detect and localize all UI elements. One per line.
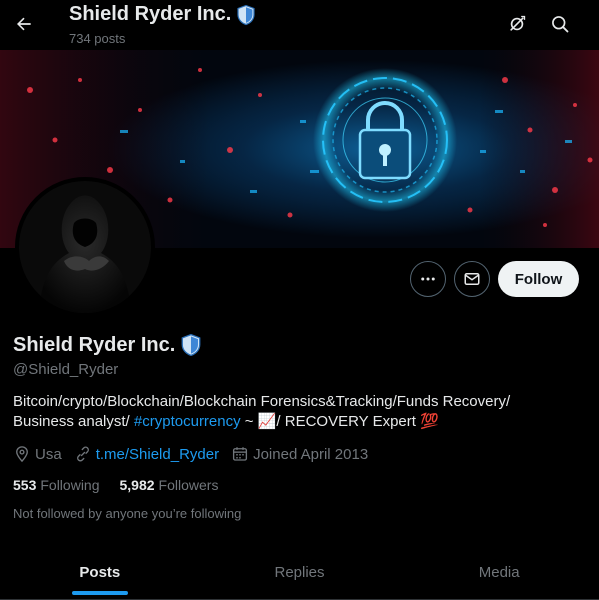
- location: Usa: [13, 445, 62, 463]
- join-date: Joined April 2013: [231, 445, 368, 463]
- top-bar: Shield Ryder Inc. 734 posts: [0, 0, 599, 50]
- profile-meta: Usa t.me/Shield_Ryder Joined April 2013: [13, 444, 380, 464]
- more-options-button[interactable]: [410, 261, 446, 297]
- tab-label: Posts: [79, 563, 121, 581]
- following-label: Following: [40, 477, 100, 493]
- tab-label: Replies: [274, 563, 325, 581]
- verified-shield-icon: [181, 333, 201, 357]
- tab-replies[interactable]: Replies: [200, 545, 400, 599]
- followers-you-know: Not followed by anyone you’re following: [13, 506, 242, 521]
- display-name-text: Shield Ryder Inc.: [13, 333, 176, 356]
- display-name: Shield Ryder Inc.: [13, 333, 203, 357]
- join-date-text: Joined April 2013: [253, 445, 369, 463]
- location-text: Usa: [35, 445, 62, 463]
- message-button[interactable]: [454, 261, 490, 297]
- verified-shield-icon: [237, 4, 255, 25]
- envelope-icon: [464, 273, 480, 285]
- hooded-figure-image: [19, 181, 151, 313]
- active-tab-indicator: [71, 591, 128, 595]
- bio: Bitcoin/crypto/Blockchain/Blockchain For…: [13, 392, 573, 432]
- post-count: 734 posts: [69, 31, 126, 46]
- profile-tabs: Posts Replies Media: [0, 545, 599, 600]
- bio-text: ~: [240, 413, 258, 430]
- grok-icon: [510, 15, 526, 31]
- website-link[interactable]: t.me/Shield_Ryder: [96, 446, 219, 463]
- bio-line-2: Business analyst/ #cryptocurrency ~ 📈/ R…: [13, 412, 573, 432]
- grok-button[interactable]: [501, 8, 533, 40]
- location-pin-icon: [16, 446, 28, 463]
- bio-line-1: Bitcoin/crypto/Blockchain/Blockchain For…: [13, 393, 511, 410]
- more-icon: [421, 277, 435, 281]
- calendar-icon: [233, 447, 248, 461]
- arrow-left-icon: [17, 17, 31, 31]
- search-button[interactable]: [544, 8, 576, 40]
- header-title-text: Shield Ryder Inc.: [69, 3, 232, 25]
- tab-media[interactable]: Media: [399, 545, 599, 599]
- hashtag-link[interactable]: #cryptocurrency: [134, 413, 241, 430]
- followers-label: Followers: [158, 477, 219, 493]
- link-icon: [76, 446, 89, 462]
- back-button[interactable]: [8, 8, 40, 40]
- follow-button[interactable]: Follow: [498, 261, 579, 297]
- following-link[interactable]: 553 Following: [13, 477, 100, 493]
- chart-emoji: 📈: [257, 413, 277, 430]
- avatar[interactable]: [15, 177, 155, 317]
- username-handle: @Shield_Ryder: [13, 361, 119, 378]
- bio-text: Business analyst/: [13, 413, 134, 430]
- bio-text: / RECOVERY Expert: [276, 413, 421, 430]
- hundred-emoji: 💯: [420, 413, 439, 430]
- header-title: Shield Ryder Inc.: [69, 3, 257, 26]
- search-icon: [552, 16, 569, 33]
- website: t.me/Shield_Ryder: [74, 445, 219, 463]
- following-count: 553: [13, 477, 37, 493]
- followers-link[interactable]: 5,982 Followers: [120, 477, 219, 493]
- tab-posts[interactable]: Posts: [0, 545, 200, 599]
- followers-count: 5,982: [119, 477, 155, 493]
- tab-label: Media: [478, 563, 520, 581]
- follow-counts: 553 Following 5,982 Followers: [13, 475, 238, 495]
